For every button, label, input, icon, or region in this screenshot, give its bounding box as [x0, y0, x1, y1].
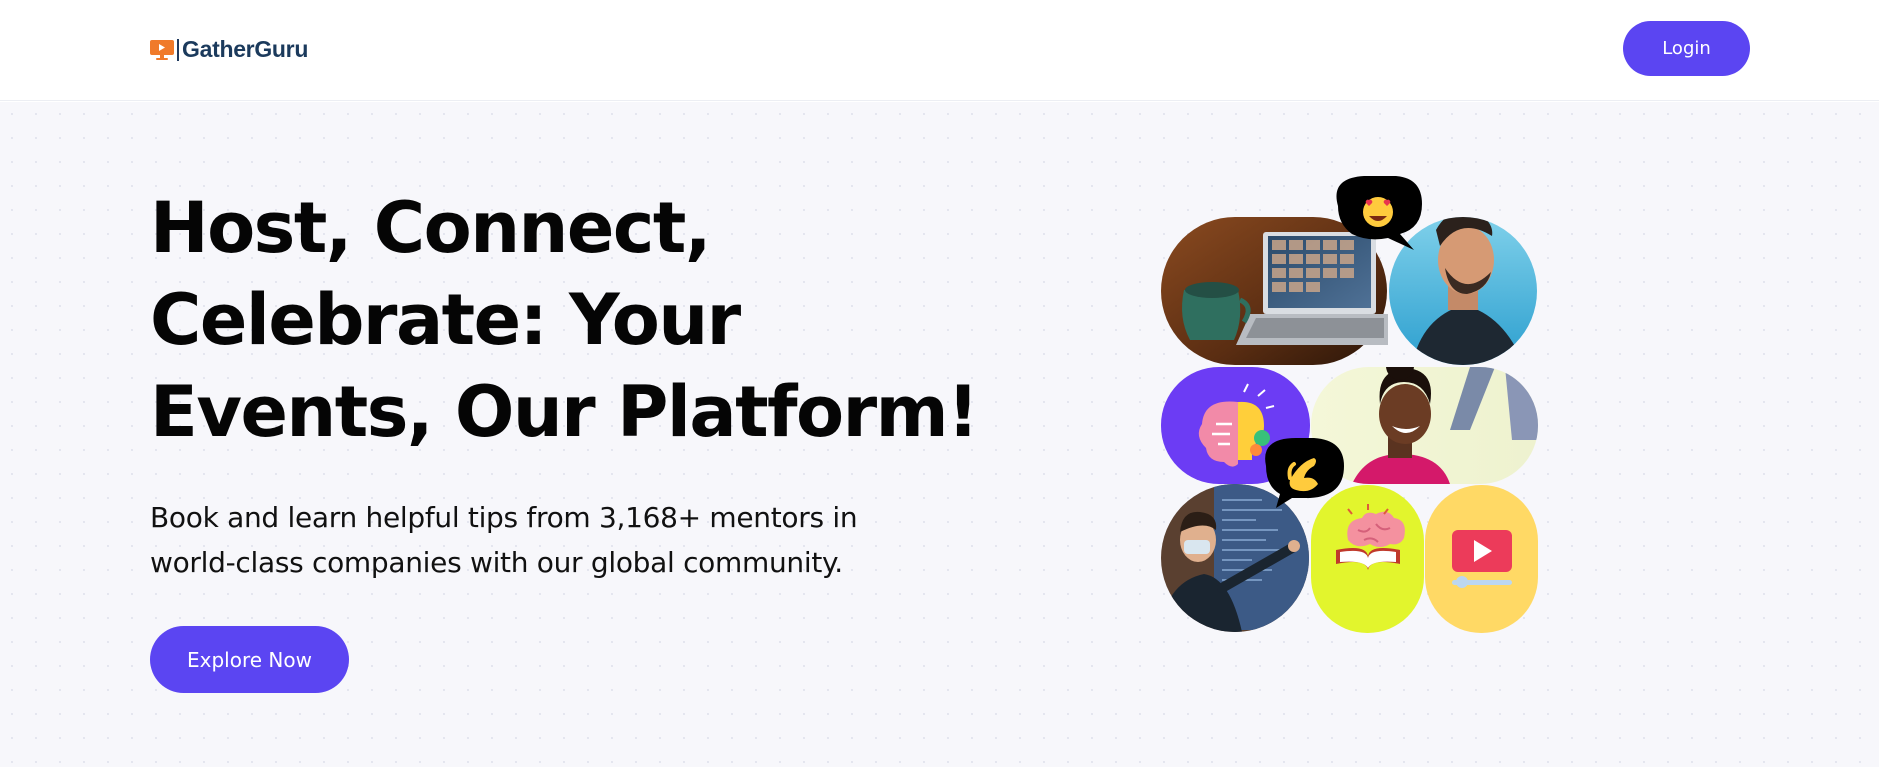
top-navbar: GatherGuru Login	[0, 0, 1879, 101]
hero-section: Host, Connect, Celebrate: Your Events, O…	[0, 102, 1879, 767]
bottom-strip	[0, 767, 1879, 776]
hero-headline: Host, Connect, Celebrate: Your Events, O…	[150, 182, 990, 458]
brain-book-illustration	[1311, 485, 1424, 633]
hero-headline-line-1: Host, Connect,	[150, 187, 711, 269]
laptop-video-call-photo	[1161, 217, 1388, 365]
hero-subtext-line-1: Book and learn helpful tips from 3,168+ …	[150, 501, 858, 534]
logo-divider	[177, 38, 179, 61]
hero-headline-line-3: Events, Our Platform!	[150, 371, 979, 453]
video-player-illustration	[1425, 485, 1538, 633]
hero-headline-line-2: Celebrate: Your	[150, 279, 741, 361]
brand-name: GatherGuru	[182, 36, 309, 62]
brand-logo[interactable]: GatherGuru	[150, 36, 308, 63]
explore-now-button[interactable]: Explore Now	[150, 626, 349, 693]
login-button[interactable]: Login	[1623, 21, 1750, 76]
hero-subtext: Book and learn helpful tips from 3,168+ …	[150, 495, 950, 585]
monitor-play-icon	[150, 39, 174, 60]
hero-subtext-line-2: world-class companies with our global co…	[150, 546, 843, 579]
